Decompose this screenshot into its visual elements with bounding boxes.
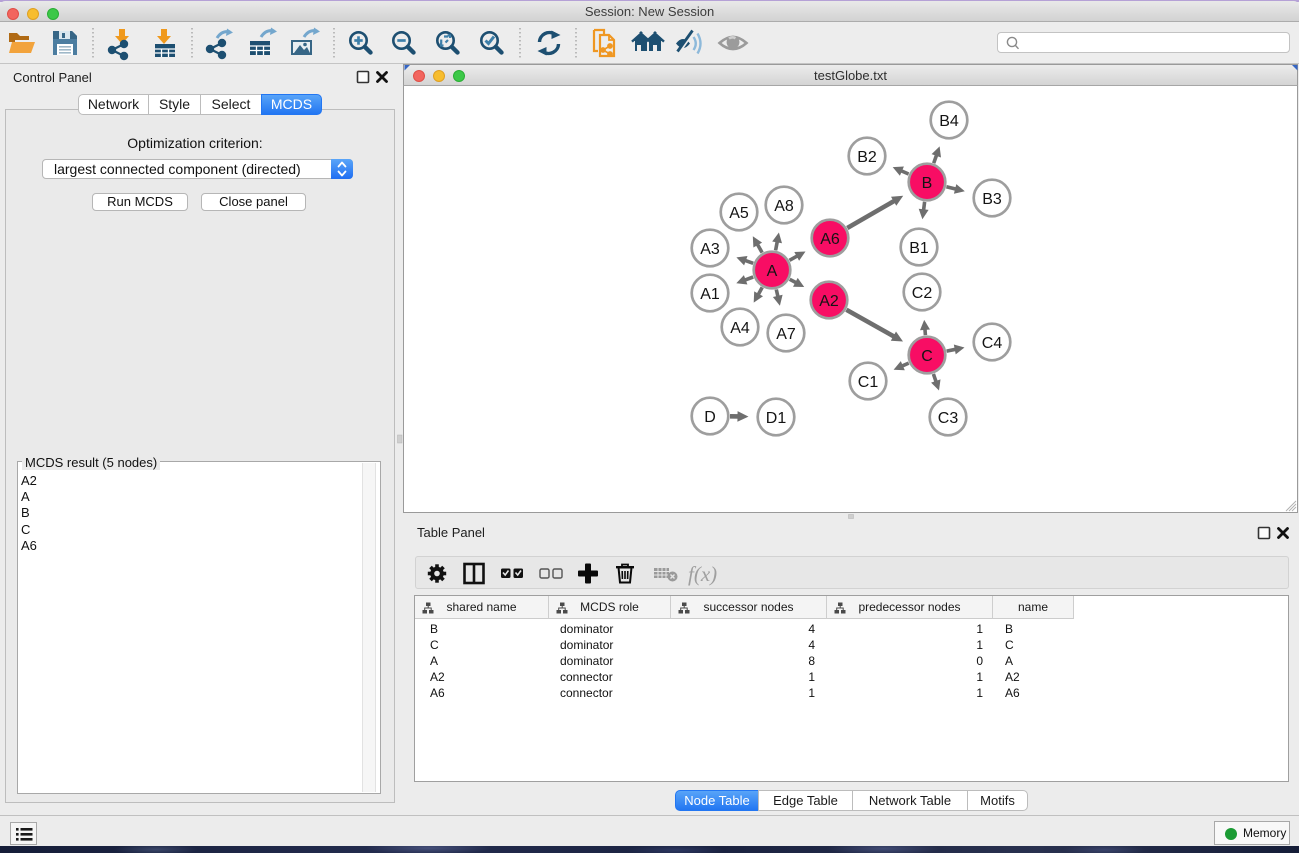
svg-text:A3: A3 [700,241,720,258]
svg-text:C1: C1 [858,374,879,391]
svg-text:B4: B4 [939,113,959,130]
svg-text:C3: C3 [938,410,959,427]
svg-text:C2: C2 [912,285,933,302]
svg-text:A8: A8 [774,198,794,215]
svg-text:B2: B2 [857,149,877,166]
svg-text:A4: A4 [730,320,750,337]
svg-text:A6: A6 [820,231,840,248]
svg-text:C: C [921,348,933,365]
svg-text:B3: B3 [982,191,1002,208]
svg-text:D1: D1 [766,410,787,427]
svg-text:C4: C4 [982,335,1003,352]
svg-text:B1: B1 [909,240,929,257]
svg-text:D: D [704,409,716,426]
svg-text:A1: A1 [700,286,720,303]
svg-text:A2: A2 [819,293,839,310]
svg-text:A5: A5 [729,205,749,222]
svg-text:f(x): f(x) [688,562,717,586]
svg-text:A: A [767,263,778,280]
svg-text:A7: A7 [776,326,796,343]
svg-text:B: B [922,175,933,192]
